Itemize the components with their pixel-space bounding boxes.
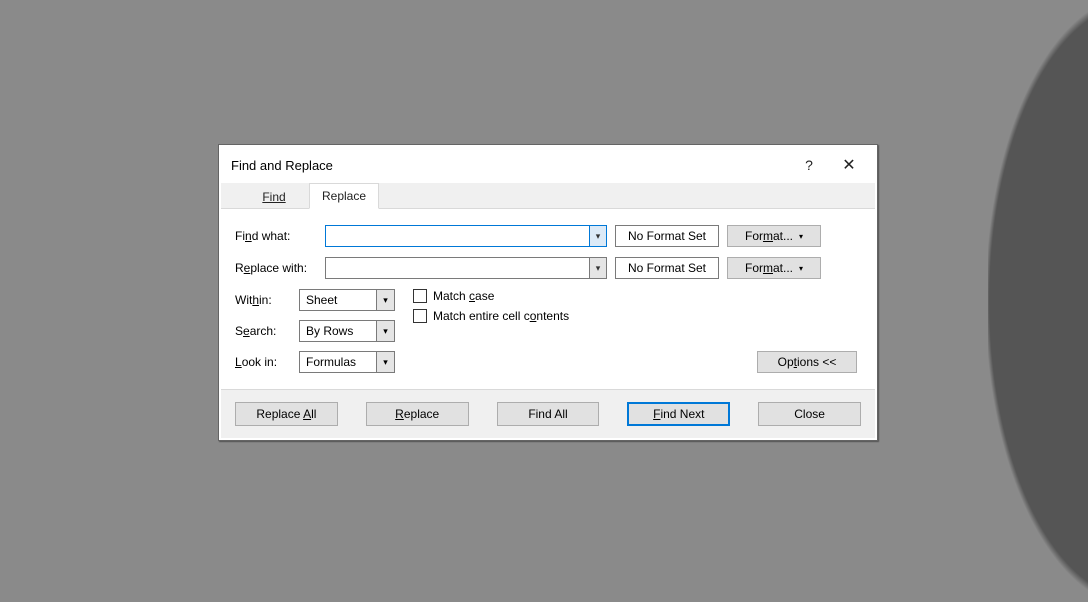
help-button[interactable]: ? [789, 150, 829, 180]
find-format-button[interactable]: Format... ▾ [727, 225, 821, 247]
within-value: Sheet [300, 290, 376, 310]
lookin-value: Formulas [300, 352, 376, 372]
match-case-label: Match case [433, 289, 494, 303]
find-format-preview: No Format Set [615, 225, 719, 247]
search-value: By Rows [300, 321, 376, 341]
chevron-down-icon: ▾ [596, 263, 601, 274]
match-case-row[interactable]: Match case [413, 289, 569, 303]
tab-replace-label: Replace [322, 189, 366, 203]
match-entire-checkbox[interactable] [413, 309, 427, 323]
search-select[interactable]: By Rows ▾ [299, 320, 395, 342]
replace-format-preview: No Format Set [615, 257, 719, 279]
find-next-button[interactable]: Find Next [627, 402, 730, 426]
tab-bar: Find Replace [221, 183, 875, 209]
find-what-dropdown-btn[interactable]: ▾ [589, 225, 607, 247]
find-what-combo: ▾ [325, 225, 607, 247]
chevron-down-icon: ▾ [799, 232, 803, 241]
find-what-label: Find what: [235, 229, 317, 243]
close-button[interactable]: Close [758, 402, 861, 426]
dialog-titlebar: Find and Replace ? ✕ [221, 147, 875, 183]
within-select[interactable]: Sheet ▾ [299, 289, 395, 311]
within-label: Within: [235, 293, 291, 307]
options-toggle-button[interactable]: Options << [757, 351, 857, 373]
chevron-down-icon: ▾ [376, 352, 394, 372]
lookin-select[interactable]: Formulas ▾ [299, 351, 395, 373]
replace-with-label: Replace with: [235, 261, 317, 275]
lookin-label: Look in: [235, 355, 291, 369]
replace-with-combo: ▾ [325, 257, 607, 279]
chevron-down-icon: ▾ [596, 231, 601, 242]
dialog-content: Find what: ▾ No Format Set Format... ▾ [221, 209, 875, 389]
find-all-button[interactable]: Find All [497, 402, 600, 426]
chevron-down-icon: ▾ [799, 264, 803, 273]
replace-button[interactable]: Replace [366, 402, 469, 426]
button-bar: Replace All Replace Find All Find Next C… [221, 389, 875, 438]
find-replace-dialog: Find and Replace ? ✕ Find Replace Find w… [218, 144, 878, 441]
find-what-input[interactable] [325, 225, 589, 247]
tab-replace[interactable]: Replace [309, 183, 379, 209]
chevron-down-icon: ▾ [376, 321, 394, 341]
match-entire-row[interactable]: Match entire cell contents [413, 309, 569, 323]
close-window-button[interactable]: ✕ [829, 150, 869, 180]
search-label: Search: [235, 324, 291, 338]
replace-with-dropdown-btn[interactable]: ▾ [589, 257, 607, 279]
match-entire-label: Match entire cell contents [433, 309, 569, 323]
match-case-checkbox[interactable] [413, 289, 427, 303]
chevron-down-icon: ▾ [376, 290, 394, 310]
tab-find[interactable]: Find [239, 183, 309, 209]
replace-format-button[interactable]: Format... ▾ [727, 257, 821, 279]
replace-with-input[interactable] [325, 257, 589, 279]
replace-all-button[interactable]: Replace All [235, 402, 338, 426]
dialog-title: Find and Replace [231, 158, 789, 173]
tab-find-label: Find [262, 190, 285, 204]
